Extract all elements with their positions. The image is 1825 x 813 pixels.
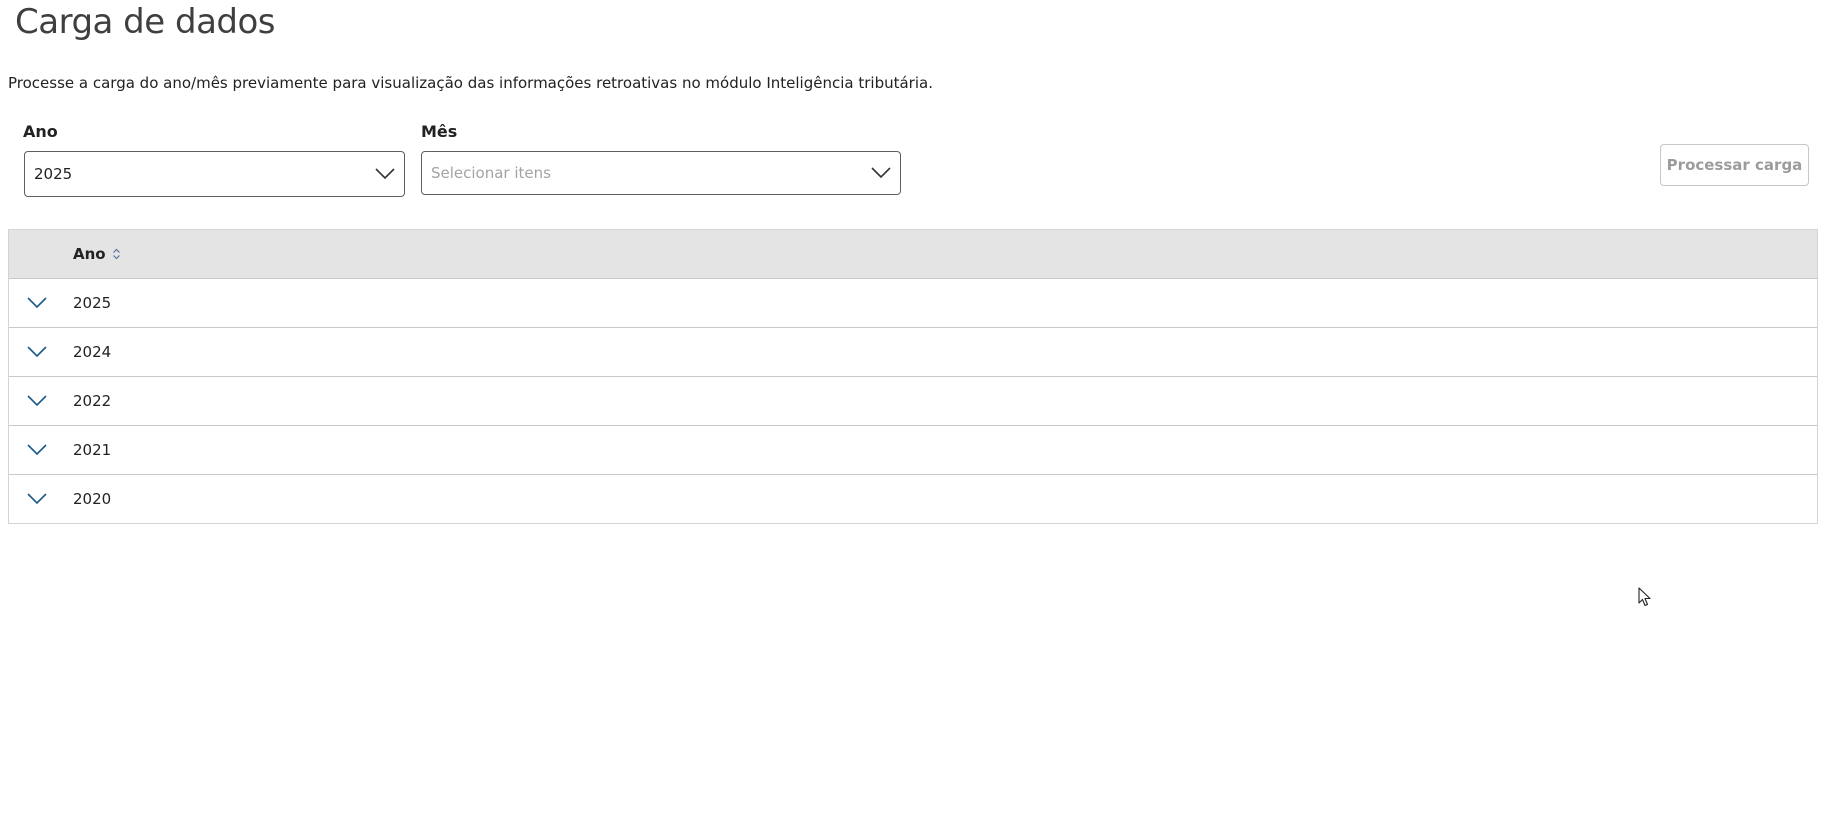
column-header-label: Ano <box>73 245 106 263</box>
table-row[interactable]: 2021 <box>9 425 1817 474</box>
column-header-ano[interactable]: Ano <box>73 245 121 263</box>
page-title: Carga de dados <box>15 2 276 42</box>
page: Carga de dados Processe a carga do ano/m… <box>0 0 1825 813</box>
month-label: Mês <box>421 122 458 141</box>
table-row[interactable]: 2020 <box>9 474 1817 523</box>
chevron-down-icon[interactable] <box>27 493 47 505</box>
table-row[interactable]: 2025 <box>9 278 1817 327</box>
sort-icon <box>112 248 120 260</box>
year-label: Ano <box>23 122 58 141</box>
chevron-down-icon <box>375 168 395 180</box>
table-row[interactable]: 2022 <box>9 376 1817 425</box>
year-select[interactable]: 2025 <box>24 151 405 197</box>
chevron-down-icon[interactable] <box>27 297 47 309</box>
chevron-down-icon <box>871 167 891 179</box>
row-year: 2020 <box>73 490 112 508</box>
chevron-down-icon[interactable] <box>27 346 47 358</box>
years-table: Ano 2025 2024 2022 2021 2020 <box>8 229 1818 524</box>
page-description: Processe a carga do ano/mês previamente … <box>8 74 933 92</box>
mouse-pointer-icon <box>1638 587 1651 607</box>
month-select[interactable]: Selecionar itens <box>421 151 901 195</box>
row-year: 2021 <box>73 441 112 459</box>
year-select-value: 2025 <box>34 165 73 183</box>
table-row[interactable]: 2024 <box>9 327 1817 376</box>
month-select-placeholder: Selecionar itens <box>431 164 551 182</box>
process-load-button[interactable]: Processar carga <box>1660 144 1809 186</box>
chevron-down-icon[interactable] <box>27 395 47 407</box>
row-year: 2025 <box>73 294 112 312</box>
table-header: Ano <box>9 230 1817 278</box>
row-year: 2024 <box>73 343 112 361</box>
chevron-down-icon[interactable] <box>27 444 47 456</box>
row-year: 2022 <box>73 392 112 410</box>
